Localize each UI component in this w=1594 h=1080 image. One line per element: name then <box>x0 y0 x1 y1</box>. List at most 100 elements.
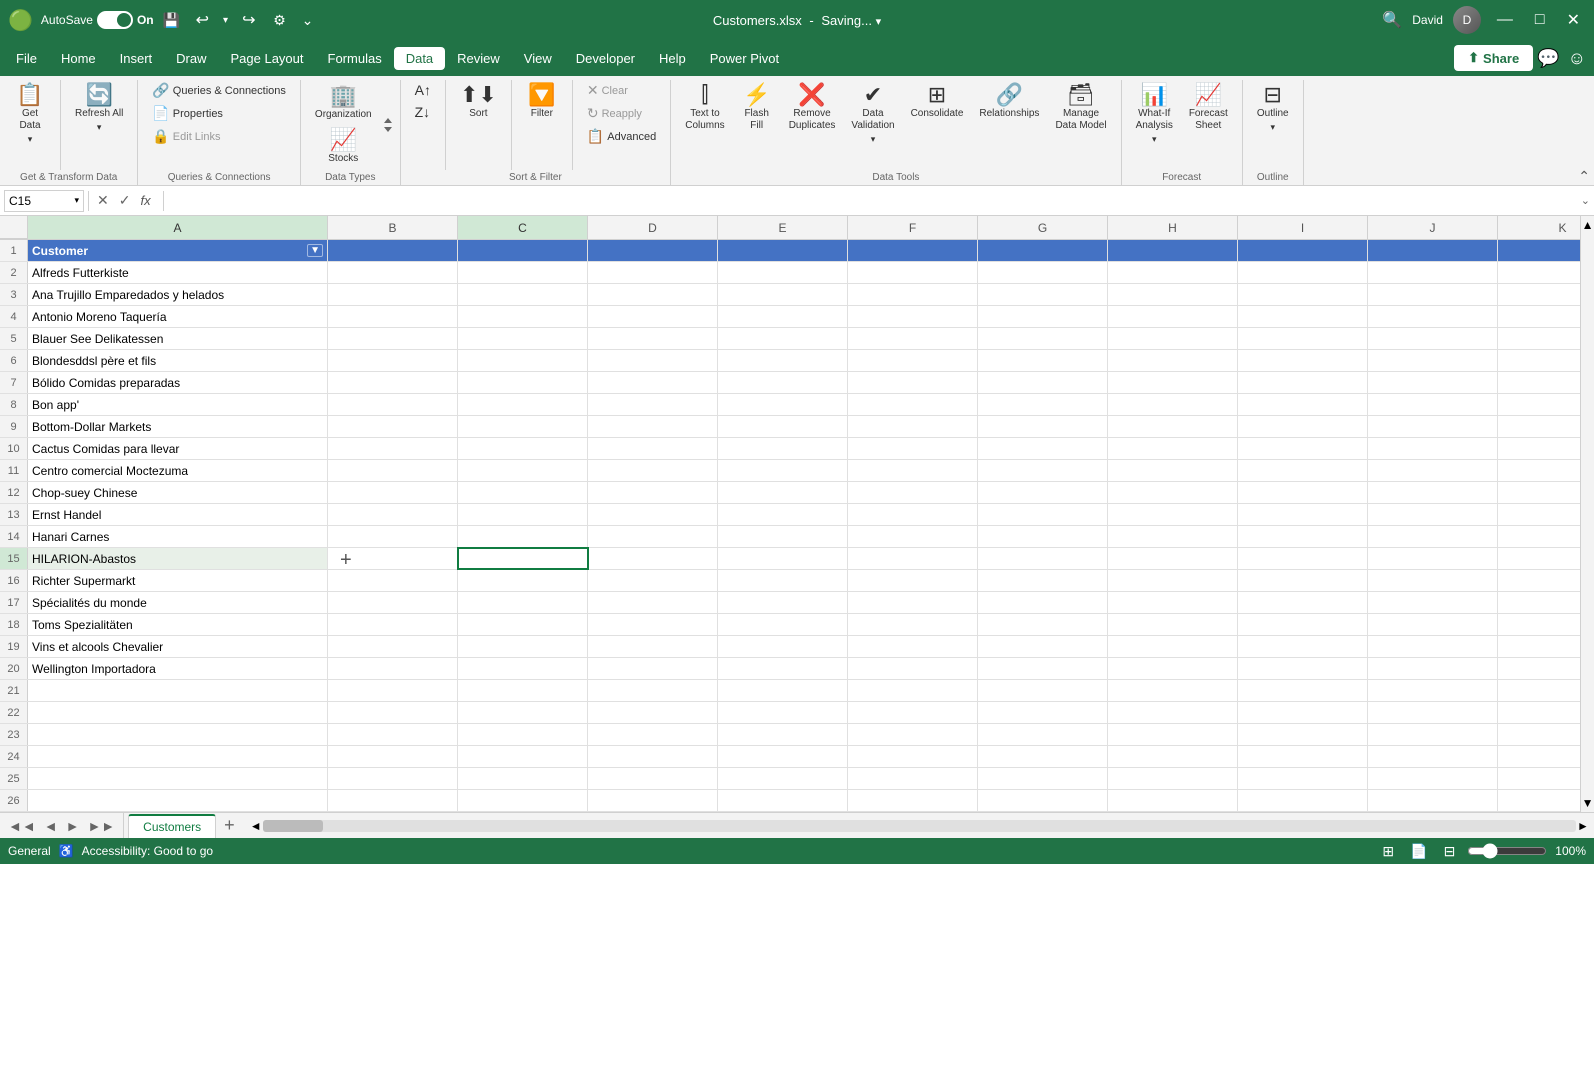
cell-j11[interactable] <box>1368 460 1498 481</box>
col-header-b[interactable]: B <box>328 216 458 239</box>
cell-g3[interactable] <box>978 284 1108 305</box>
col-header-d[interactable]: D <box>588 216 718 239</box>
cell-c15[interactable] <box>458 548 588 569</box>
cell-g20[interactable] <box>978 658 1108 679</box>
cell-g4[interactable] <box>978 306 1108 327</box>
cell-f17[interactable] <box>848 592 978 613</box>
cell-i17[interactable] <box>1238 592 1368 613</box>
cell-d24[interactable] <box>588 746 718 767</box>
cell-h21[interactable] <box>1108 680 1238 701</box>
cell-a19[interactable]: Vins et alcools Chevalier <box>28 636 328 657</box>
cell-e20[interactable] <box>718 658 848 679</box>
cell-k15[interactable] <box>1498 548 1580 569</box>
h-scroll-thumb[interactable] <box>263 820 323 832</box>
cell-e15[interactable] <box>718 548 848 569</box>
cell-g16[interactable] <box>978 570 1108 591</box>
cell-d1[interactable] <box>588 240 718 261</box>
cell-e14[interactable] <box>718 526 848 547</box>
cell-c3[interactable] <box>458 284 588 305</box>
cell-e1[interactable] <box>718 240 848 261</box>
manage-da-button[interactable]: 🗃 ManageData Model <box>1049 80 1112 136</box>
cell-h23[interactable] <box>1108 724 1238 745</box>
cell-i26[interactable] <box>1238 790 1368 811</box>
cell-g26[interactable] <box>978 790 1108 811</box>
cell-f3[interactable] <box>848 284 978 305</box>
menu-insert[interactable]: Insert <box>108 47 165 70</box>
cell-j3[interactable] <box>1368 284 1498 305</box>
cell-a18[interactable]: Toms Spezialitäten <box>28 614 328 635</box>
cell-c24[interactable] <box>458 746 588 767</box>
cell-i16[interactable] <box>1238 570 1368 591</box>
h-scroll-right[interactable]: ► <box>1576 819 1590 833</box>
cell-f25[interactable] <box>848 768 978 789</box>
cell-c22[interactable] <box>458 702 588 723</box>
sheet-tab-customers[interactable]: Customers <box>128 814 216 838</box>
cell-f10[interactable] <box>848 438 978 459</box>
cell-a23[interactable] <box>28 724 328 745</box>
menu-draw[interactable]: Draw <box>164 47 218 70</box>
cell-i13[interactable] <box>1238 504 1368 525</box>
cell-d17[interactable] <box>588 592 718 613</box>
menu-file[interactable]: File <box>4 47 49 70</box>
customize-icon[interactable]: ⚙ <box>269 10 289 30</box>
cell-d3[interactable] <box>588 284 718 305</box>
cell-e9[interactable] <box>718 416 848 437</box>
cell-k25[interactable] <box>1498 768 1580 789</box>
cell-e4[interactable] <box>718 306 848 327</box>
cell-a6[interactable]: Blondesddsl père et fils <box>28 350 328 371</box>
cell-c25[interactable] <box>458 768 588 789</box>
flash-fill-button[interactable]: ⚡ FlashFill <box>735 80 779 136</box>
cell-i20[interactable] <box>1238 658 1368 679</box>
col-header-c[interactable]: C <box>458 216 588 239</box>
cell-d9[interactable] <box>588 416 718 437</box>
cell-b7[interactable] <box>328 372 458 393</box>
tab-next[interactable]: ► <box>62 816 84 836</box>
cell-k21[interactable] <box>1498 680 1580 701</box>
cell-e13[interactable] <box>718 504 848 525</box>
cell-g5[interactable] <box>978 328 1108 349</box>
cell-f16[interactable] <box>848 570 978 591</box>
cell-e24[interactable] <box>718 746 848 767</box>
page-layout-view-button[interactable]: 📄 <box>1406 841 1431 862</box>
sort-button[interactable]: ⬆⬇ Sort <box>454 80 503 124</box>
redo-button[interactable]: ↪ <box>236 8 261 32</box>
cell-h10[interactable] <box>1108 438 1238 459</box>
cell-i4[interactable] <box>1238 306 1368 327</box>
cell-a20[interactable]: Wellington Importadora <box>28 658 328 679</box>
cell-h5[interactable] <box>1108 328 1238 349</box>
cell-d19[interactable] <box>588 636 718 657</box>
cell-a8[interactable]: Bon app' <box>28 394 328 415</box>
cell-a13[interactable]: Ernst Handel <box>28 504 328 525</box>
cell-f15[interactable] <box>848 548 978 569</box>
undo-button[interactable]: ↩ <box>190 8 215 32</box>
cell-e19[interactable] <box>718 636 848 657</box>
cell-e25[interactable] <box>718 768 848 789</box>
normal-view-button[interactable]: ⊞ <box>1378 841 1398 862</box>
cell-d14[interactable] <box>588 526 718 547</box>
cell-a21[interactable] <box>28 680 328 701</box>
cell-g18[interactable] <box>978 614 1108 635</box>
cell-e26[interactable] <box>718 790 848 811</box>
cell-i24[interactable] <box>1238 746 1368 767</box>
h-scroll-left[interactable]: ◄ <box>249 819 263 833</box>
cell-a22[interactable] <box>28 702 328 723</box>
cell-b24[interactable] <box>328 746 458 767</box>
cell-a1[interactable]: Customer ▼ <box>28 240 328 261</box>
cell-g11[interactable] <box>978 460 1108 481</box>
vertical-scrollbar[interactable]: ▲ ▼ <box>1580 216 1594 812</box>
cell-g21[interactable] <box>978 680 1108 701</box>
tab-prev[interactable]: ◄ <box>40 816 62 836</box>
cell-h17[interactable] <box>1108 592 1238 613</box>
cell-b6[interactable] <box>328 350 458 371</box>
stocks-button[interactable]: 📈 Stocks <box>309 125 378 169</box>
cell-e22[interactable] <box>718 702 848 723</box>
cell-c23[interactable] <box>458 724 588 745</box>
cell-i12[interactable] <box>1238 482 1368 503</box>
cell-b19[interactable] <box>328 636 458 657</box>
cell-k18[interactable] <box>1498 614 1580 635</box>
cell-h1[interactable] <box>1108 240 1238 261</box>
remove-duplicates-button[interactable]: ❌ RemoveDuplicates <box>783 80 842 136</box>
cell-g10[interactable] <box>978 438 1108 459</box>
cell-d15[interactable] <box>588 548 718 569</box>
cell-b8[interactable] <box>328 394 458 415</box>
